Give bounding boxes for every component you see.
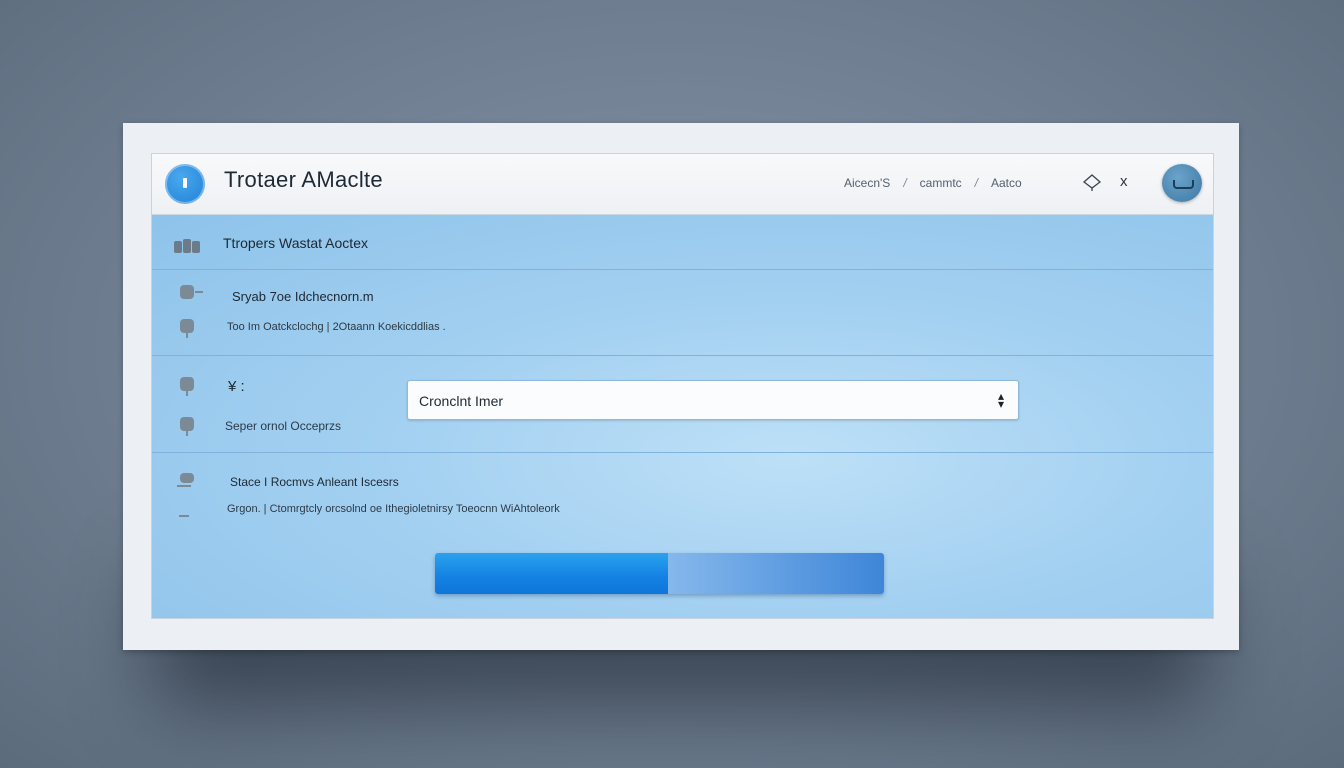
breadcrumb-item-1[interactable]: Aicecn'S [844, 176, 890, 190]
app-window: Trotaer AMaclte Aicecn'S / cammtc / Aatc… [151, 153, 1214, 619]
row-2-title: ¥ : [228, 378, 245, 395]
row-2-subtitle: Seper ornol Occeprzs [225, 419, 342, 433]
row-1-subtitle: Too Im Oatckclochg | 2Otaann Koekicddlia… [227, 321, 446, 333]
section-header: Ttropers Wastat Aoctex [223, 235, 368, 251]
close-icon[interactable]: x [1120, 172, 1128, 192]
breadcrumb-item-3[interactable]: Aatco [991, 176, 1022, 190]
breadcrumb: Aicecn'S / cammtc / Aatco [844, 176, 1022, 190]
progress-fill [435, 553, 669, 594]
row-3-title: Stace I Rocmvs Anleant Iscesrs [230, 475, 399, 489]
avatar[interactable] [1162, 164, 1202, 202]
app-title: Trotaer AMaclte [224, 167, 383, 192]
folder-icon [174, 237, 200, 255]
divider [152, 269, 1213, 270]
device-icon [177, 471, 197, 491]
device-icon [177, 375, 197, 396]
divider [152, 452, 1213, 453]
chevron-updown-icon: ▴ ▾ [997, 389, 1004, 411]
title-bar: Trotaer AMaclte Aicecn'S / cammtc / Aatc… [152, 154, 1213, 215]
progress-bar [435, 553, 884, 594]
select-value: Cronclnt Imer [419, 393, 504, 409]
divider [152, 355, 1213, 356]
app-icon[interactable] [165, 164, 205, 204]
select-dropdown[interactable]: Cronclnt Imer ▴ ▾ [407, 380, 1019, 420]
device-icon [177, 283, 203, 303]
screen-frame: Trotaer AMaclte Aicecn'S / cammtc / Aatc… [123, 123, 1239, 650]
device-icon [177, 317, 197, 338]
row-3-subtitle: Grgon. | Ctomrgtcly orcsolnd oe Ithegiol… [227, 503, 560, 515]
breadcrumb-separator: / [974, 176, 978, 190]
row-1-title: Sryab 7oe Idchecnorn.m [232, 289, 374, 304]
breadcrumb-separator: / [903, 176, 907, 190]
device-icon [177, 415, 197, 436]
cloud-icon[interactable] [1082, 172, 1102, 192]
breadcrumb-item-2[interactable]: cammtc [920, 176, 962, 190]
main-content: Ttropers Wastat Aoctex Sryab 7oe Idchecn… [152, 215, 1213, 618]
minus-icon [177, 505, 197, 525]
